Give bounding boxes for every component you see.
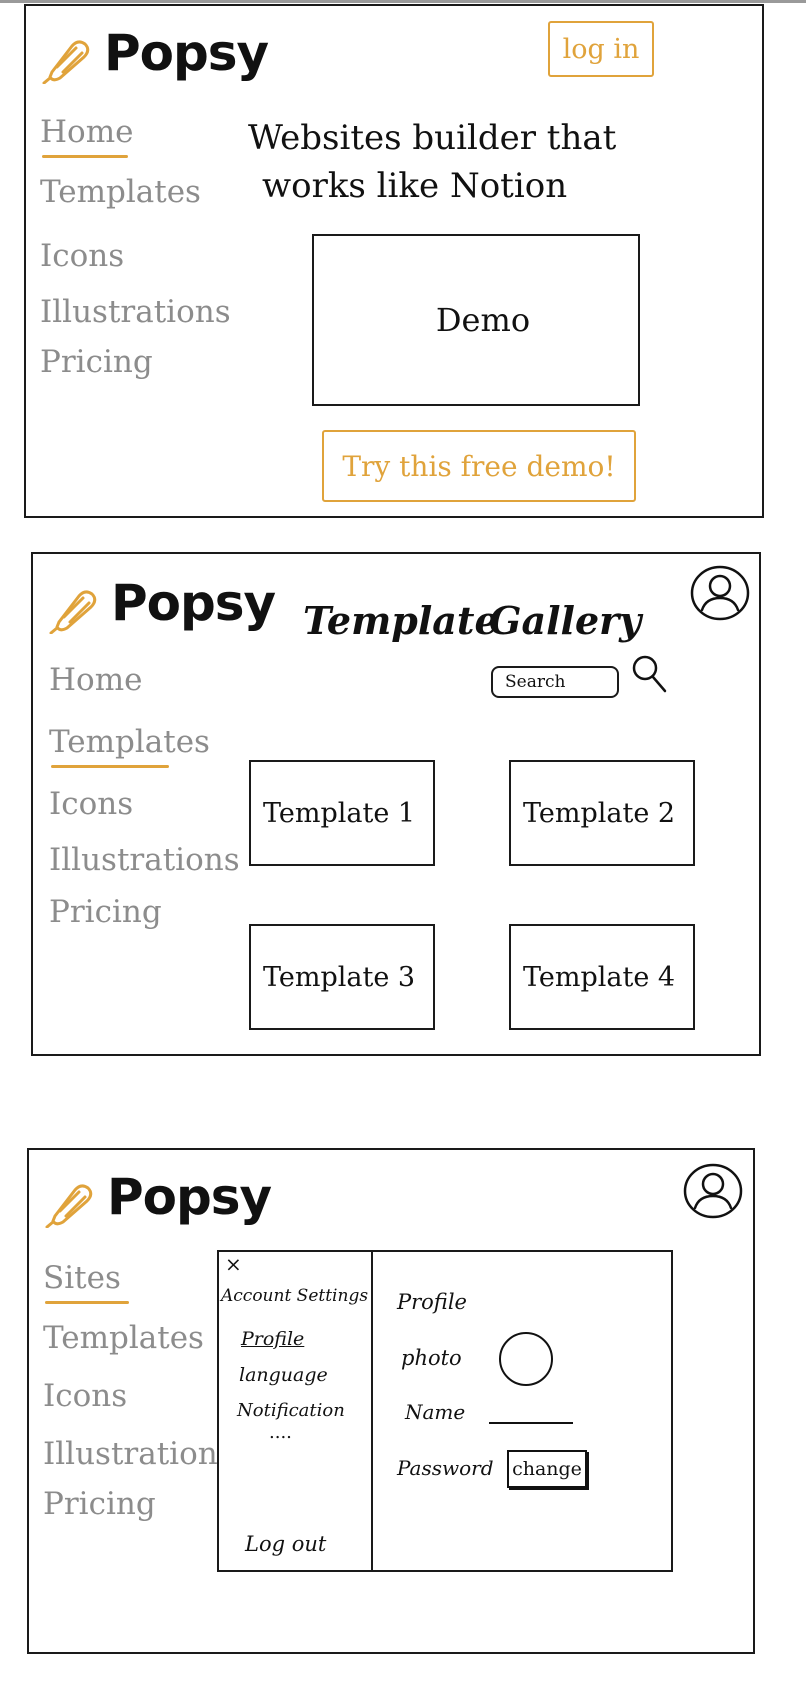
logo[interactable]: Popsy [45, 1168, 285, 1238]
nav-item-label: Home [49, 662, 143, 698]
profile-photo[interactable] [499, 1332, 553, 1386]
template-card-2[interactable]: Template 2 [509, 760, 695, 866]
settings-item-language[interactable]: language [239, 1364, 328, 1386]
nav-item-icons[interactable]: Icons [49, 786, 133, 822]
nav-item-templates[interactable]: Templates [40, 174, 201, 210]
brand-name: Popsy [111, 574, 276, 632]
nav-item-label: Icons [40, 238, 125, 274]
popsicle-logo-icon [42, 40, 90, 84]
page-title-template: Template [303, 598, 499, 643]
nav-item-icons[interactable]: Icons [40, 238, 124, 274]
popsicle-logo-icon [45, 1184, 93, 1228]
nav-item-label: Templates [40, 174, 201, 210]
search-placeholder: Search [505, 672, 566, 692]
user-avatar-icon[interactable] [690, 564, 750, 622]
nav-item-illustrations[interactable]: Illustrations [49, 842, 240, 878]
active-nav-underline [45, 1301, 129, 1304]
template-card-label: Template 2 [523, 797, 676, 829]
template-card-label: Template 1 [263, 797, 416, 829]
brand-name: Popsy [107, 1168, 272, 1226]
popsicle-logo-icon [49, 590, 97, 634]
nav-item-illustrations[interactable]: Illustrations [43, 1436, 234, 1472]
photo-label: photo [401, 1346, 462, 1370]
demo-label: Demo [435, 301, 531, 339]
active-nav-underline [42, 155, 128, 158]
nav-item-label: Templates [43, 1320, 204, 1356]
nav-item-pricing[interactable]: Pricing [49, 894, 162, 930]
modal-divider [371, 1252, 373, 1570]
profile-title: Profile [397, 1290, 467, 1314]
nav-item-label: Illustrations [40, 294, 231, 330]
search-input[interactable]: Search [491, 666, 619, 698]
nav-item-label: Illustrations [49, 842, 240, 878]
name-label: Name [405, 1400, 466, 1424]
nav-item-home[interactable]: Home [40, 114, 134, 158]
try-demo-button[interactable]: Try this free demo! [322, 430, 636, 502]
template-card-label: Template 4 [523, 961, 676, 993]
demo-box[interactable]: Demo [312, 234, 640, 406]
nav-item-label: Icons [49, 786, 134, 822]
nav-item-label: Icons [43, 1378, 128, 1414]
nav-item-illustrations[interactable]: Illustrations [40, 294, 231, 330]
change-password-button[interactable]: change [507, 1450, 587, 1488]
user-avatar-icon[interactable] [683, 1162, 743, 1220]
search-icon[interactable] [631, 654, 667, 694]
nav-item-pricing[interactable]: Pricing [43, 1486, 156, 1522]
password-label: Password [397, 1456, 494, 1480]
page-title-gallery: Gallery [489, 598, 642, 643]
nav-item-label: Templates [49, 724, 210, 760]
logo[interactable]: Popsy [42, 24, 282, 94]
nav-item-sites[interactable]: Sites [43, 1260, 129, 1304]
name-field[interactable] [489, 1422, 573, 1424]
template-card-4[interactable]: Template 4 [509, 924, 695, 1030]
template-card-3[interactable]: Template 3 [249, 924, 435, 1030]
home-screen: Popsy log in Home Templates Icons Illust… [24, 4, 764, 518]
account-settings-screen: Popsy Sites Templates Icons Illustration… [27, 1148, 755, 1654]
logout-button[interactable]: Log out [245, 1532, 326, 1556]
nav-item-label: Pricing [49, 894, 162, 930]
template-gallery-screen: Popsy Template Gallery Search Home Templ… [31, 552, 761, 1056]
nav-item-home[interactable]: Home [49, 662, 142, 698]
headline-line-2: works like Notion [262, 166, 568, 206]
more-items-ellipsis: .... [269, 1422, 292, 1443]
nav-item-label: Sites [43, 1260, 121, 1296]
nav-item-icons[interactable]: Icons [43, 1378, 127, 1414]
template-card-label: Template 3 [263, 961, 416, 993]
account-settings-modal: × Account Settings Profile language Noti… [217, 1250, 673, 1572]
nav-item-pricing[interactable]: Pricing [40, 344, 153, 380]
nav-item-label: Home [40, 114, 134, 150]
nav-item-templates[interactable]: Templates [49, 724, 210, 768]
settings-item-notification[interactable]: Notification [237, 1400, 345, 1421]
nav-item-label: Pricing [43, 1486, 156, 1522]
settings-title: Account Settings [221, 1286, 369, 1306]
login-button[interactable]: log in [548, 21, 654, 77]
close-icon[interactable]: × [225, 1252, 242, 1276]
active-nav-underline [51, 765, 169, 768]
nav-item-label: Pricing [40, 344, 153, 380]
template-card-1[interactable]: Template 1 [249, 760, 435, 866]
nav-item-label: Illustrations [43, 1436, 234, 1472]
settings-item-profile[interactable]: Profile [241, 1328, 304, 1350]
nav-item-templates[interactable]: Templates [43, 1320, 204, 1356]
brand-name: Popsy [104, 24, 269, 82]
top-edge-line [0, 0, 806, 3]
headline-line-1: Websites builder that [248, 118, 617, 158]
logo[interactable]: Popsy [49, 574, 289, 644]
